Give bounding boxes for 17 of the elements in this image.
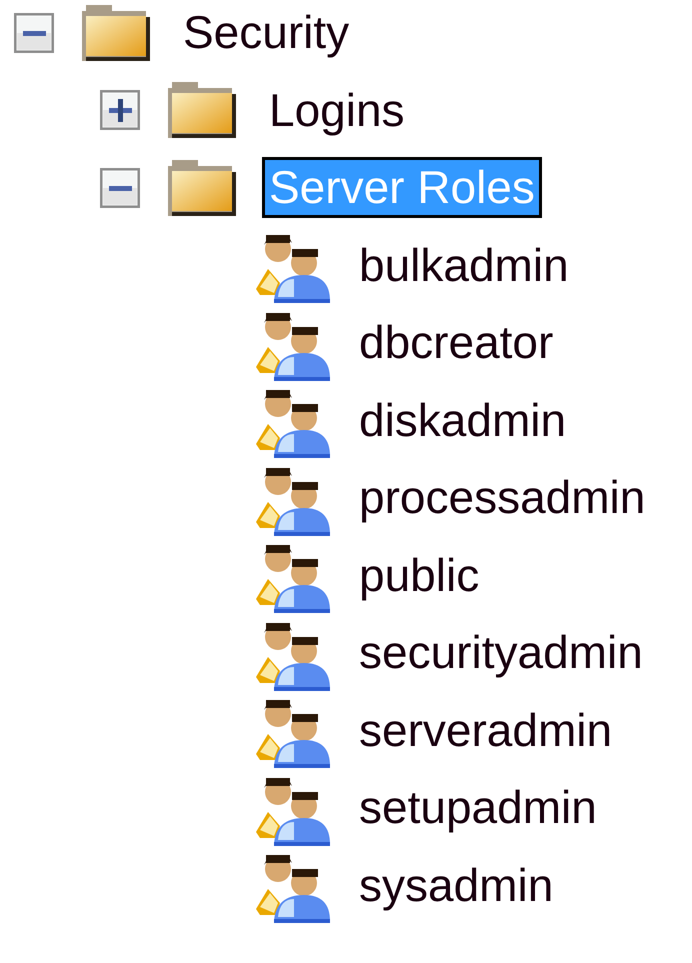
tree-item[interactable]: dbcreator (352, 312, 560, 374)
tree-item[interactable]: sysadmin (352, 854, 560, 916)
tree-item[interactable]: Logins (262, 80, 412, 141)
tree-item[interactable]: serveradmin (352, 700, 620, 761)
tree-item[interactable]: Security (176, 2, 356, 64)
tree-item[interactable]: processadmin (352, 467, 652, 528)
tree-item[interactable]: diskadmin (352, 390, 574, 451)
tree-item[interactable]: setupadmin (352, 777, 604, 838)
tree-item[interactable]: public (352, 544, 486, 606)
folder-icon (168, 160, 236, 216)
folder-icon (82, 4, 150, 61)
collapse-icon[interactable] (100, 168, 140, 208)
collapse-icon[interactable] (14, 12, 54, 53)
tree-item[interactable]: bulkadmin (352, 234, 576, 296)
folder-icon (168, 82, 236, 138)
expand-icon[interactable] (100, 90, 140, 130)
tree-item[interactable]: securityadmin (352, 622, 650, 684)
